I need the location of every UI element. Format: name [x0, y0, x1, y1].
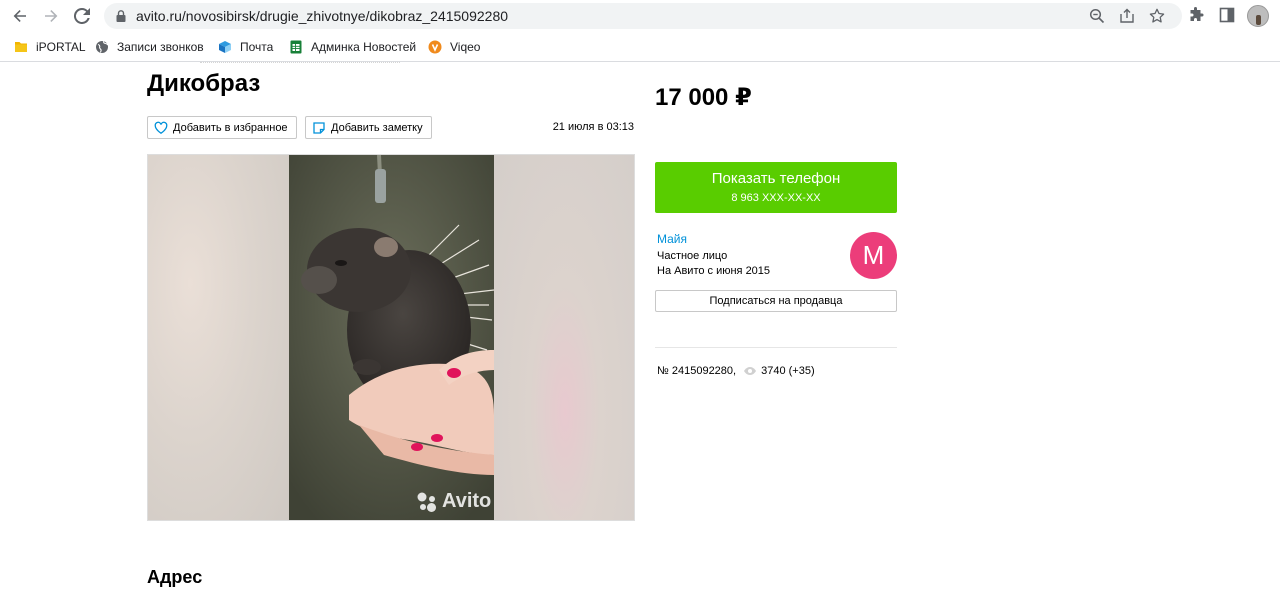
seller-avatar[interactable]: М: [850, 232, 897, 279]
heart-icon: [154, 121, 168, 134]
divider: [655, 347, 897, 348]
photo-gallery[interactable]: Avito: [147, 154, 635, 521]
add-note-label: Добавить заметку: [331, 121, 423, 134]
sheets-icon: [290, 40, 302, 54]
watermark-text: Avito: [442, 490, 492, 512]
show-phone-label: Показать телефон: [711, 170, 841, 187]
bookmark-mail[interactable]: Почта: [218, 38, 273, 56]
bookmark-news-admin[interactable]: Админка Новостей: [289, 38, 416, 56]
forward-button[interactable]: [41, 6, 61, 26]
page-title: Дикобраз: [147, 70, 261, 97]
bookmark-call-records[interactable]: Записи звонков: [95, 38, 204, 56]
globe-icon: [96, 41, 109, 53]
add-note-button[interactable]: Добавить заметку: [305, 116, 432, 139]
lock-icon: [116, 10, 126, 22]
note-icon: [313, 121, 325, 134]
bookmark-iportal[interactable]: iPORTAL: [14, 38, 86, 56]
add-to-favorites-label: Добавить в избранное: [173, 121, 288, 134]
zoom-icon[interactable]: [1089, 8, 1105, 24]
views-count: 3740 (+35): [761, 365, 815, 377]
eye-icon: [744, 367, 757, 375]
seller-since: На Авито с июня 2015: [657, 265, 771, 277]
bookmark-label: Записи звонков: [117, 40, 204, 54]
listing-meta: № 2415092280, 3740 (+35): [657, 365, 815, 377]
arrow-right-icon: [45, 10, 58, 22]
share-icon[interactable]: [1119, 8, 1135, 24]
url-text: avito.ru/novosibirsk/drugie_zhivotnye/di…: [136, 8, 509, 24]
star-bookmark-icon[interactable]: [1149, 8, 1165, 24]
bookmarks-bar: iPORTAL Записи звонков Почта Админка Нов…: [0, 32, 1280, 62]
porcupine-photo-illustration: [289, 155, 494, 520]
avito-dots-icon: [417, 492, 436, 512]
bookmark-label: Почта: [240, 40, 274, 54]
seller-type: Частное лицо: [657, 250, 728, 262]
bookmark-label: iPORTAL: [36, 40, 86, 54]
seller-name-link[interactable]: Майя: [657, 232, 687, 246]
viqeo-icon: [428, 40, 442, 54]
avito-watermark: Avito: [416, 490, 491, 513]
bookmark-label: Viqeo: [450, 40, 481, 54]
bookmark-viqeo[interactable]: Viqeo: [428, 38, 480, 56]
gallery-blur-right: [494, 155, 634, 520]
item-number: № 2415092280,: [657, 365, 737, 377]
browser-toolbar: avito.ru/novosibirsk/drugie_zhivotnye/di…: [0, 0, 1280, 32]
reload-button[interactable]: [72, 6, 92, 26]
listing-photo[interactable]: [289, 155, 494, 520]
address-bar[interactable]: avito.ru/novosibirsk/drugie_zhivotnye/di…: [104, 3, 1182, 29]
show-phone-button[interactable]: Показать телефон 8 963 XXX-XX-XX: [655, 162, 897, 213]
price: 17 000 ₽: [655, 84, 752, 111]
breadcrumb-remnant: [200, 62, 400, 66]
reload-icon: [74, 8, 90, 24]
side-panel-icon[interactable]: [1219, 7, 1235, 23]
subscribe-seller-button[interactable]: Подписаться на продавца: [655, 290, 897, 312]
add-to-favorites-button[interactable]: Добавить в избранное: [147, 116, 297, 139]
back-button[interactable]: [10, 6, 30, 26]
extensions-puzzle-icon[interactable]: [1188, 7, 1204, 23]
mail-cube-icon: [219, 41, 231, 53]
gallery-blur-left: [148, 155, 289, 520]
folder-icon: [15, 42, 27, 52]
publish-date: 21 июля в 03:13: [552, 121, 634, 133]
address-heading: Адрес: [147, 567, 203, 587]
masked-phone: 8 963 XXX-XX-XX: [731, 192, 821, 204]
bookmark-label: Админка Новостей: [311, 40, 417, 54]
profile-avatar[interactable]: [1247, 5, 1269, 27]
arrow-left-icon: [13, 10, 26, 22]
